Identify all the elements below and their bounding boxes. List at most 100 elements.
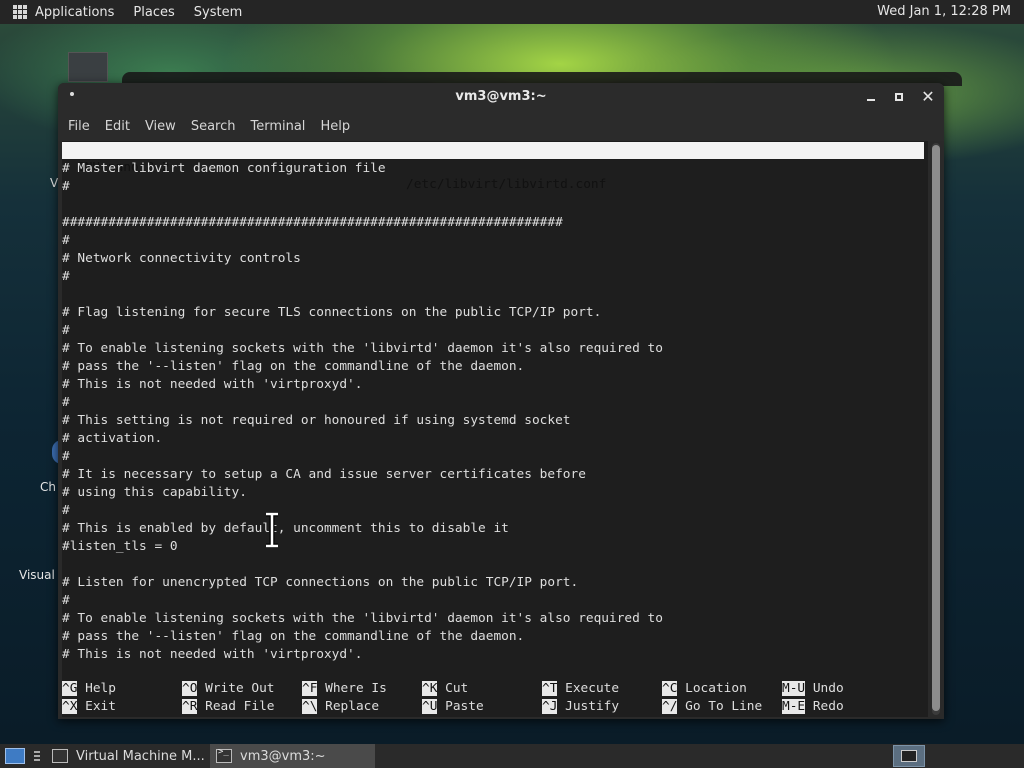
editor-line[interactable]: #	[62, 322, 928, 340]
virt-manager-icon	[52, 749, 68, 763]
shortcut-item: ^X Exit	[62, 698, 116, 716]
show-desktop-button[interactable]	[5, 748, 25, 764]
minimize-icon	[867, 99, 875, 101]
shortcut-key: ^J	[542, 699, 558, 714]
clock[interactable]: Wed Jan 1, 12:28 PM	[877, 4, 1011, 19]
taskbar-handle[interactable]	[34, 751, 40, 761]
editor-line[interactable]: #	[62, 448, 928, 466]
shortcut-label: Where Is	[325, 681, 387, 696]
shortcut-item: M-E Redo	[782, 698, 844, 716]
terminal-content[interactable]: GNU nano 8.2 /etc/libvirt/libvirtd.conf …	[62, 141, 928, 717]
editor-line[interactable]: #	[62, 592, 928, 610]
taskbar-item-label: Virtual Machine M...	[76, 748, 205, 764]
taskbar-item-virt-manager[interactable]: Virtual Machine M...	[46, 744, 206, 768]
shortcut-label: Undo	[812, 681, 844, 696]
shortcut-key: ^O	[182, 681, 198, 696]
shortcut-key: ^T	[542, 681, 558, 696]
shortcut-label: Exit	[85, 699, 116, 714]
shortcut-item: M-U Undo	[782, 680, 844, 698]
editor-line[interactable]: # This setting is not required or honour…	[62, 412, 928, 430]
editor-line[interactable]: # activation.	[62, 430, 928, 448]
editor-line[interactable]: # This is not needed with 'virtproxyd'.	[62, 376, 928, 394]
menu-help[interactable]: Help	[320, 119, 350, 134]
applications-grid-icon[interactable]	[13, 5, 27, 19]
shortcut-item: ^U Paste	[422, 698, 484, 716]
editor-line[interactable]: # Master libvirt daemon configuration fi…	[62, 160, 928, 178]
close-button[interactable]: ✕	[918, 87, 938, 107]
editor-line[interactable]: # Listen for unencrypted TCP connections…	[62, 574, 928, 592]
nano-header: GNU nano 8.2 /etc/libvirt/libvirtd.conf	[62, 142, 924, 192]
close-icon: ✕	[921, 87, 935, 106]
shortcut-label: Execute	[565, 681, 620, 696]
editor-line[interactable]: #	[62, 502, 928, 520]
menu-view[interactable]: View	[145, 119, 176, 134]
editor-line[interactable]: #	[62, 268, 928, 286]
editor-line[interactable]: #	[62, 178, 928, 196]
scrollbar-thumb[interactable]	[932, 145, 940, 711]
shortcut-row: ^G Help ^O Write Out ^F Where Is ^K Cut ^T E…	[62, 680, 928, 698]
menu-places[interactable]: Places	[133, 5, 174, 20]
ibeam-cursor-icon	[266, 512, 278, 548]
editor-line[interactable]: # It is necessary to setup a CA and issu…	[62, 466, 928, 484]
editor-line[interactable]: # To enable listening sockets with the '…	[62, 340, 928, 358]
editor-line[interactable]: # Flag listening for secure TLS connecti…	[62, 304, 928, 322]
editor-line[interactable]: #listen_tls = 0	[62, 538, 928, 556]
editor-line[interactable]	[62, 196, 928, 214]
shortcut-label: Help	[85, 681, 116, 696]
editor-line[interactable]	[62, 556, 928, 574]
terminal-window: vm3@vm3:~ ✕ File Edit View Search Termin…	[58, 83, 944, 719]
terminal-menubar: File Edit View Search Terminal Help	[58, 111, 944, 141]
terminal-icon	[901, 750, 917, 762]
terminal-icon	[216, 747, 232, 763]
editor-line[interactable]: # pass the '--listen' flag on the comman…	[62, 628, 928, 646]
maximize-button[interactable]	[889, 87, 909, 107]
editor-line[interactable]: # pass the '--listen' flag on the comman…	[62, 358, 928, 376]
editor-line[interactable]: # using this capability.	[62, 484, 928, 502]
shortcut-row: ^X Exit ^R Read File ^\ Replace ^U Paste ^J …	[62, 698, 928, 716]
editor-line[interactable]	[62, 286, 928, 304]
editor-buffer[interactable]: # Master libvirt daemon configuration fi…	[62, 160, 928, 664]
shortcut-label: Write Out	[205, 681, 275, 696]
shortcut-item: ^T Execute	[542, 680, 619, 698]
shortcut-key: ^/	[662, 699, 678, 714]
minimize-button[interactable]	[861, 87, 881, 107]
shortcut-label: Read File	[205, 699, 275, 714]
shortcut-item: ^F Where Is	[302, 680, 387, 698]
top-panel: Applications Places System Wed Jan 1, 12…	[0, 0, 1024, 24]
shortcut-label: Justify	[565, 699, 620, 714]
editor-line[interactable]: # Network connectivity controls	[62, 250, 928, 268]
menu-search[interactable]: Search	[191, 119, 236, 134]
taskbar-item-terminal[interactable]: vm3@vm3:~	[210, 744, 375, 768]
desktop-icon-label[interactable]: Visual	[19, 568, 55, 582]
shortcut-label: Go To Line	[685, 699, 763, 714]
desktop-icon[interactable]	[68, 52, 108, 82]
workspace-switcher[interactable]	[893, 745, 925, 767]
shortcut-label: Location	[685, 681, 747, 696]
editor-line[interactable]: # To enable listening sockets with the '…	[62, 610, 928, 628]
editor-line[interactable]: #	[62, 394, 928, 412]
menu-system[interactable]: System	[194, 5, 242, 20]
shortcut-key: ^R	[182, 699, 198, 714]
menu-file[interactable]: File	[68, 119, 90, 134]
shortcut-key: ^\	[302, 699, 318, 714]
window-titlebar[interactable]: vm3@vm3:~ ✕	[58, 83, 944, 111]
shortcut-label: Redo	[812, 699, 844, 714]
shortcut-key: ^U	[422, 699, 438, 714]
nano-shortcuts: ^G Help ^O Write Out ^F Where Is ^K Cut ^T E…	[62, 680, 928, 716]
shortcut-item: ^K Cut	[422, 680, 468, 698]
shortcut-key: ^F	[302, 681, 318, 696]
menu-terminal[interactable]: Terminal	[250, 119, 305, 134]
shortcut-label: Paste	[445, 699, 484, 714]
editor-line[interactable]: # This is enabled by default, uncomment …	[62, 520, 928, 538]
menu-edit[interactable]: Edit	[105, 119, 130, 134]
shortcut-label: Cut	[445, 681, 469, 696]
editor-line[interactable]: ########################################…	[62, 214, 928, 232]
menu-applications[interactable]: Applications	[35, 5, 114, 20]
shortcut-item: ^O Write Out	[182, 680, 274, 698]
editor-line[interactable]: #	[62, 232, 928, 250]
editor-line[interactable]: # This is not needed with 'virtproxyd'.	[62, 646, 928, 664]
desktop-icon-label[interactable]: V	[50, 176, 58, 190]
taskbar-item-label: vm3@vm3:~	[240, 748, 326, 764]
shortcut-key: M-U	[782, 681, 806, 696]
desktop-icon-label[interactable]: Ch	[40, 480, 56, 494]
